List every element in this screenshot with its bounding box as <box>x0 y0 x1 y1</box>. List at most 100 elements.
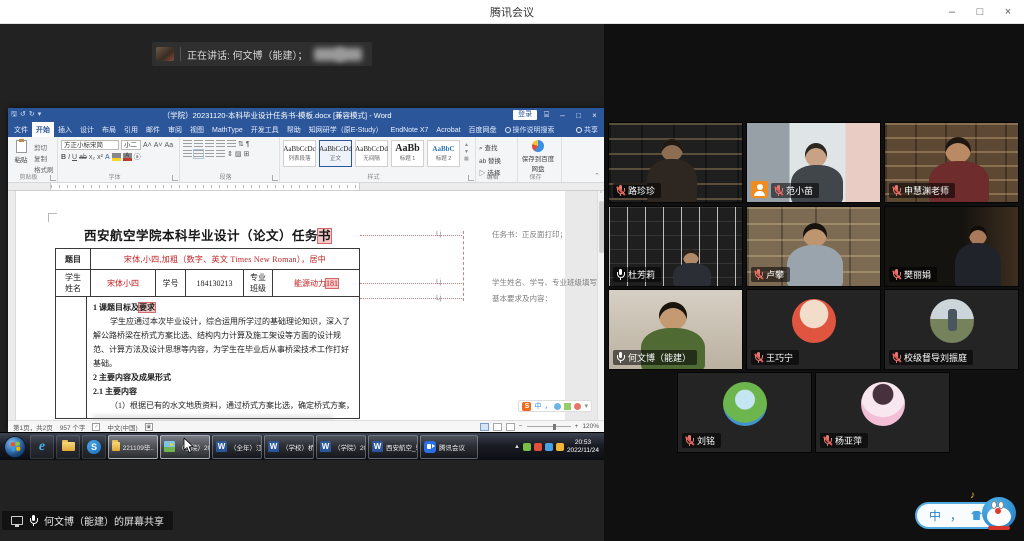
ime-tool-icon[interactable] <box>554 403 561 410</box>
line-spacing-icon[interactable]: ⇕ <box>227 150 233 158</box>
zoom-level[interactable]: 120% <box>582 423 599 430</box>
tell-me-search[interactable]: 操作说明搜索 <box>505 122 555 137</box>
participant-tile[interactable]: 杨亚萍 <box>815 372 950 453</box>
dialog-launcher-icon[interactable] <box>468 175 474 181</box>
tab-mathtype[interactable]: MathType <box>208 122 247 137</box>
tab-insert[interactable]: 插入 <box>54 122 76 137</box>
show-marks-icon[interactable]: ¶ <box>246 141 250 148</box>
borders-icon[interactable]: ⊞ <box>244 150 250 158</box>
sogou-ime-toolbar[interactable]: S 中 ， ▾ <box>518 400 592 412</box>
align-center-icon[interactable] <box>194 150 203 158</box>
tab-endnote[interactable]: EndNote X7 <box>387 122 433 137</box>
shrink-font-icon[interactable]: A˅ <box>154 142 163 149</box>
comment-text[interactable]: 学生姓名、学号、专业班级填写 <box>492 277 597 288</box>
save-to-baidu-button[interactable]: 保存到百度网盘 <box>521 140 555 173</box>
tab-references[interactable]: 引用 <box>120 122 142 137</box>
print-layout-icon[interactable] <box>493 423 502 431</box>
styles-gallery-arrows[interactable]: ▲ ▼ ▦ <box>463 140 470 164</box>
strikethrough-button[interactable]: ab <box>79 154 87 161</box>
chevron-down-icon[interactable]: ▾ <box>38 110 42 121</box>
justify-icon[interactable] <box>216 150 225 158</box>
tab-baidu-pan[interactable]: 百度网盘 <box>465 122 501 137</box>
bullet-list-icon[interactable] <box>183 140 192 148</box>
tab-cnki-estudy[interactable]: 知网研学（原E-Study） <box>305 122 387 137</box>
tab-view[interactable]: 视图 <box>186 122 208 137</box>
underline-button[interactable]: U <box>72 154 77 161</box>
zoom-slider[interactable] <box>527 426 571 427</box>
participant-tile[interactable]: 范小苗 <box>746 122 881 203</box>
comment-text[interactable]: 任务书：正反面打印； <box>492 229 567 240</box>
highlight-color-icon[interactable] <box>112 153 121 161</box>
tab-home[interactable]: 开始 <box>32 122 54 137</box>
participant-tile[interactable]: 路珍珍 <box>608 122 743 203</box>
word-minimize-button[interactable]: – <box>556 111 569 120</box>
sort-icon[interactable]: ⇅ <box>238 140 244 148</box>
maximize-button[interactable]: □ <box>966 0 994 24</box>
redo-icon[interactable]: ↻ <box>29 110 35 121</box>
save-icon[interactable]: 🖫 <box>11 110 17 121</box>
comment-text[interactable]: 基本要求及内容： <box>492 293 552 304</box>
italic-button[interactable]: I <box>68 154 70 161</box>
tray-icon[interactable] <box>523 443 531 451</box>
participant-tile[interactable]: 卢攀 <box>746 206 881 287</box>
participant-tile[interactable]: 王巧宁 <box>746 289 881 370</box>
ime-wrench-icon[interactable]: ▾ <box>584 402 588 410</box>
tab-file[interactable]: 文件 <box>10 122 32 137</box>
minimize-button[interactable]: – <box>938 0 966 24</box>
tray-expand-icon[interactable]: ▲ <box>514 444 520 450</box>
ime-tool-icon[interactable] <box>574 403 581 410</box>
taskbar-meeting-button[interactable]: 腾讯会议 <box>420 435 478 459</box>
participant-tile-active-speaker[interactable]: 何文博（能建） <box>608 289 743 370</box>
ime-punct-indicator[interactable]: ， <box>950 507 962 524</box>
share-button[interactable]: 共享 <box>576 122 602 137</box>
grow-font-icon[interactable]: A˄ <box>143 142 152 149</box>
document-canvas[interactable]: ⌃ 西安航空学院本科毕业设计（论文）任务书 题目 宋体,小四,加粗（数字、英文 … <box>8 191 604 420</box>
vertical-ruler[interactable] <box>8 191 16 420</box>
participant-tile[interactable]: 申慧渊老师 <box>884 122 1019 203</box>
tab-review[interactable]: 审阅 <box>164 122 186 137</box>
start-button[interactable] <box>4 436 26 458</box>
taskbar-folder-button[interactable]: 221109毕.. <box>108 435 158 459</box>
word-count[interactable]: 957 个字 <box>60 422 86 432</box>
font-name-combobox[interactable]: 方正小标宋简 <box>61 140 119 150</box>
styles-down-icon[interactable]: ▼ <box>464 149 469 155</box>
enclose-character-icon[interactable]: ⓐ <box>134 152 141 162</box>
style-no-spacing[interactable]: AaBbCcDd 无间隔 <box>355 140 388 167</box>
copy-button[interactable]: 复制 <box>34 153 54 163</box>
ime-punct-icon[interactable]: ， <box>544 401 551 411</box>
bold-button[interactable]: B <box>61 154 66 161</box>
tab-acrobat[interactable]: Acrobat <box>432 122 464 137</box>
dialog-launcher-icon[interactable] <box>272 175 278 181</box>
taskbar-word-button[interactable]: W （学校）桥.. <box>264 435 314 459</box>
style-list-paragraph[interactable]: AaBbCcDc 列表段落 <box>283 140 316 167</box>
macro-record-icon[interactable]: ▣ <box>145 423 153 431</box>
language-indicator[interactable]: 中文(中国) <box>107 422 137 432</box>
read-mode-icon[interactable] <box>480 423 489 431</box>
taskbar-word-button[interactable]: W （学院）20.. <box>316 435 366 459</box>
dialog-launcher-icon[interactable] <box>50 175 56 181</box>
ime-tool-icon[interactable] <box>564 403 571 410</box>
superscript-button[interactable]: x² <box>97 154 103 161</box>
ime-mode-icon[interactable]: 中 <box>534 401 541 411</box>
style-heading2[interactable]: AaBbC 标题 2 <box>427 140 460 167</box>
collapse-ribbon-icon[interactable]: ⌃ <box>590 172 604 182</box>
font-size-combobox[interactable]: 小二 <box>121 140 141 150</box>
tray-icon[interactable] <box>534 443 542 451</box>
tab-design[interactable]: 设计 <box>76 122 98 137</box>
align-right-icon[interactable] <box>205 150 214 158</box>
horizontal-ruler[interactable] <box>8 183 604 191</box>
taskbar-clock[interactable]: 20:53 2022/11/24 <box>567 439 599 454</box>
undo-icon[interactable]: ↺ <box>20 110 26 121</box>
subscript-button[interactable]: x₂ <box>89 154 95 161</box>
doc-body-text[interactable]: 1 课题目标及要求 学生应通过本次毕业设计，综合运用所学过的基础理论知识，深入了… <box>87 297 359 418</box>
cut-button[interactable]: 剪切 <box>34 142 54 152</box>
proofing-icon[interactable]: ✓ <box>92 423 100 431</box>
find-button[interactable]: ⌕ 查找 <box>479 142 501 153</box>
login-button[interactable]: 登录 <box>513 110 537 120</box>
taskbar-sogou-icon[interactable]: S <box>82 435 106 459</box>
taskbar-explorer-icon[interactable] <box>56 435 80 459</box>
align-left-icon[interactable] <box>183 150 192 158</box>
page-indicator[interactable]: 第1页，共2页 <box>13 422 53 432</box>
zoom-in-icon[interactable]: + <box>575 423 579 430</box>
numbered-list-icon[interactable] <box>194 140 203 148</box>
